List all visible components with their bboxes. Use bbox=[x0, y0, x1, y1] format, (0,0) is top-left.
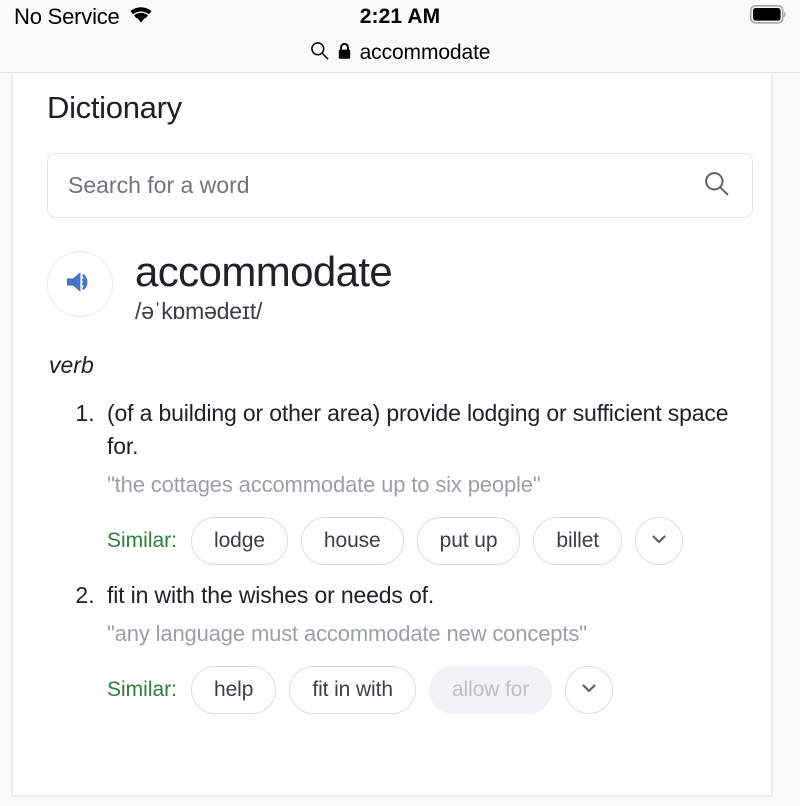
expand-synonyms-button[interactable] bbox=[635, 517, 684, 566]
definition-item: fit in with the wishes or needs of. "any… bbox=[101, 579, 737, 715]
synonym-chip[interactable]: allow for bbox=[428, 666, 553, 715]
expand-synonyms-button[interactable] bbox=[565, 666, 614, 715]
phonetic-transcription: /əˈkɒmədeɪt/ bbox=[135, 298, 263, 325]
status-bar-right bbox=[750, 0, 788, 34]
definition-item: (of a building or other area) provide lo… bbox=[101, 397, 737, 566]
headword-block: accommodate /əˈkɒmədeɪt/ bbox=[135, 248, 393, 325]
pronounce-audio-button[interactable] bbox=[47, 251, 113, 317]
url-text: accommodate bbox=[359, 41, 491, 64]
similar-label: Similar: bbox=[107, 529, 178, 553]
battery-full-icon bbox=[750, 5, 788, 29]
definition-example: "the cottages accommodate up to six peop… bbox=[107, 471, 541, 497]
browser-url-bar[interactable]: accommodate bbox=[0, 34, 800, 73]
page-title: Dictionary bbox=[47, 90, 182, 125]
dictionary-card: Dictionary Search for a word accommodate… bbox=[12, 74, 772, 796]
similar-row: Similar: help fit in with allow for bbox=[101, 666, 737, 715]
synonym-chip[interactable]: house bbox=[300, 517, 404, 566]
definition-text: (of a building or other area) provide lo… bbox=[107, 400, 729, 460]
synonym-chip[interactable]: billet bbox=[533, 517, 623, 566]
chevron-down-icon bbox=[649, 529, 669, 554]
speaker-icon bbox=[64, 267, 96, 302]
search-icon[interactable] bbox=[703, 170, 730, 202]
similar-label: Similar: bbox=[107, 678, 178, 702]
similar-row: Similar: lodge house put up billet bbox=[101, 517, 737, 566]
phone-screen: No Service 2:21 AM accommodate Dictionar… bbox=[0, 0, 800, 806]
headword: accommodate bbox=[135, 248, 393, 295]
headword-row: accommodate /əˈkɒmədeɪt/ bbox=[47, 249, 737, 325]
definition-example: "any language must accommodate new conce… bbox=[107, 620, 587, 646]
search-input[interactable] bbox=[68, 172, 703, 199]
chevron-down-icon bbox=[579, 678, 599, 703]
search-icon bbox=[310, 41, 329, 65]
synonym-chip[interactable]: fit in with bbox=[289, 666, 416, 715]
definition-text: fit in with the wishes or needs of. bbox=[107, 582, 435, 609]
lock-icon bbox=[337, 42, 352, 65]
synonym-chip[interactable]: lodge bbox=[191, 517, 288, 566]
status-bar: No Service 2:21 AM bbox=[0, 0, 800, 34]
synonym-chip[interactable]: put up bbox=[416, 517, 521, 566]
definition-list: (of a building or other area) provide lo… bbox=[47, 397, 737, 715]
clock-label: 2:21 AM bbox=[359, 5, 441, 28]
part-of-speech: verb bbox=[49, 352, 94, 379]
search-box[interactable] bbox=[47, 153, 753, 218]
synonym-chip[interactable]: help bbox=[191, 666, 277, 715]
status-bar-center: 2:21 AM bbox=[0, 0, 800, 34]
